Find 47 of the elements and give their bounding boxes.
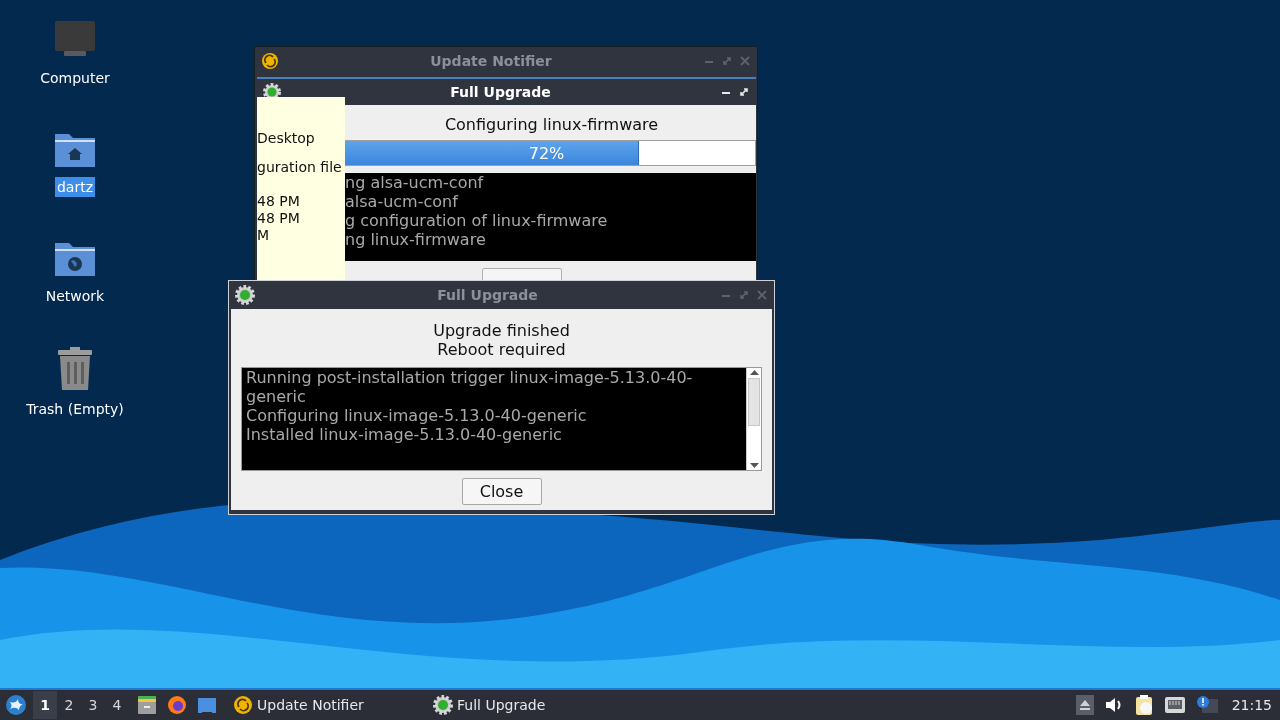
- log-line: Running post-installation trigger linux-image-5.13.0-40-: [246, 368, 694, 387]
- scroll-thumb[interactable]: [748, 378, 760, 426]
- message-text: Reboot required: [437, 340, 566, 359]
- tooltip-text: 48 PM: [257, 210, 301, 227]
- log-line: Configuring linux-image-5.13.0-40-generic: [246, 406, 588, 425]
- show-desktop-icon[interactable]: [197, 696, 217, 714]
- workspace-button[interactable]: 3: [81, 691, 105, 719]
- taskbar-task[interactable]: Update Notifier: [229, 691, 429, 719]
- icon-label[interactable]: Network: [43, 286, 107, 306]
- window-title: Full Upgrade: [449, 84, 552, 100]
- notification-icon[interactable]: [1195, 695, 1218, 715]
- scrollbar[interactable]: [746, 368, 761, 470]
- log-line: Installed linux-image-5.13.0-40-generic: [246, 425, 563, 444]
- message-text: Upgrade finished: [433, 321, 570, 340]
- workspace-button[interactable]: 1: [33, 691, 57, 719]
- log-line: ng linux-firmware: [345, 230, 487, 249]
- eject-icon[interactable]: [1075, 695, 1094, 715]
- start-menu-icon[interactable]: [5, 694, 27, 716]
- maximize-icon[interactable]: [738, 86, 750, 98]
- refresh-icon: [233, 695, 253, 715]
- taskbar-task[interactable]: Full Upgrade: [429, 691, 629, 719]
- refresh-icon: [261, 51, 279, 70]
- browser-icon[interactable]: [167, 695, 187, 715]
- clock[interactable]: 21:15: [1231, 697, 1272, 713]
- file-cabinet-icon[interactable]: [137, 695, 157, 715]
- log-line: generic: [246, 387, 307, 406]
- status-text: Configuring linux-firmware: [444, 115, 659, 134]
- tooltip-text: 48 PM: [257, 193, 301, 210]
- clipboard-icon[interactable]: [1133, 694, 1154, 716]
- log-line: ng alsa-ucm-conf: [345, 173, 485, 192]
- tooltip-text: Desktop: [257, 130, 316, 147]
- log-line: alsa-ucm-conf: [345, 192, 460, 211]
- gear-icon: [433, 695, 453, 715]
- tooltip-text: M: [257, 227, 271, 244]
- window-title: Full Upgrade: [436, 287, 539, 303]
- workspace-button[interactable]: 2: [57, 691, 81, 719]
- window-title: Update Notifier: [429, 52, 553, 69]
- progress-reading: 72%: [528, 143, 565, 163]
- icon-label[interactable]: Trash (Empty): [24, 399, 126, 419]
- workspace-button[interactable]: 4: [105, 691, 129, 719]
- log-line: g configuration of linux-firmware: [345, 211, 609, 230]
- tooltip-text: guration file: [257, 159, 343, 176]
- scroll-down-icon[interactable]: [747, 460, 761, 470]
- close-button[interactable]: Close: [461, 478, 542, 505]
- icon-label[interactable]: Computer: [38, 68, 112, 88]
- gear-icon: [235, 285, 255, 305]
- network-port-icon[interactable]: [1163, 696, 1186, 714]
